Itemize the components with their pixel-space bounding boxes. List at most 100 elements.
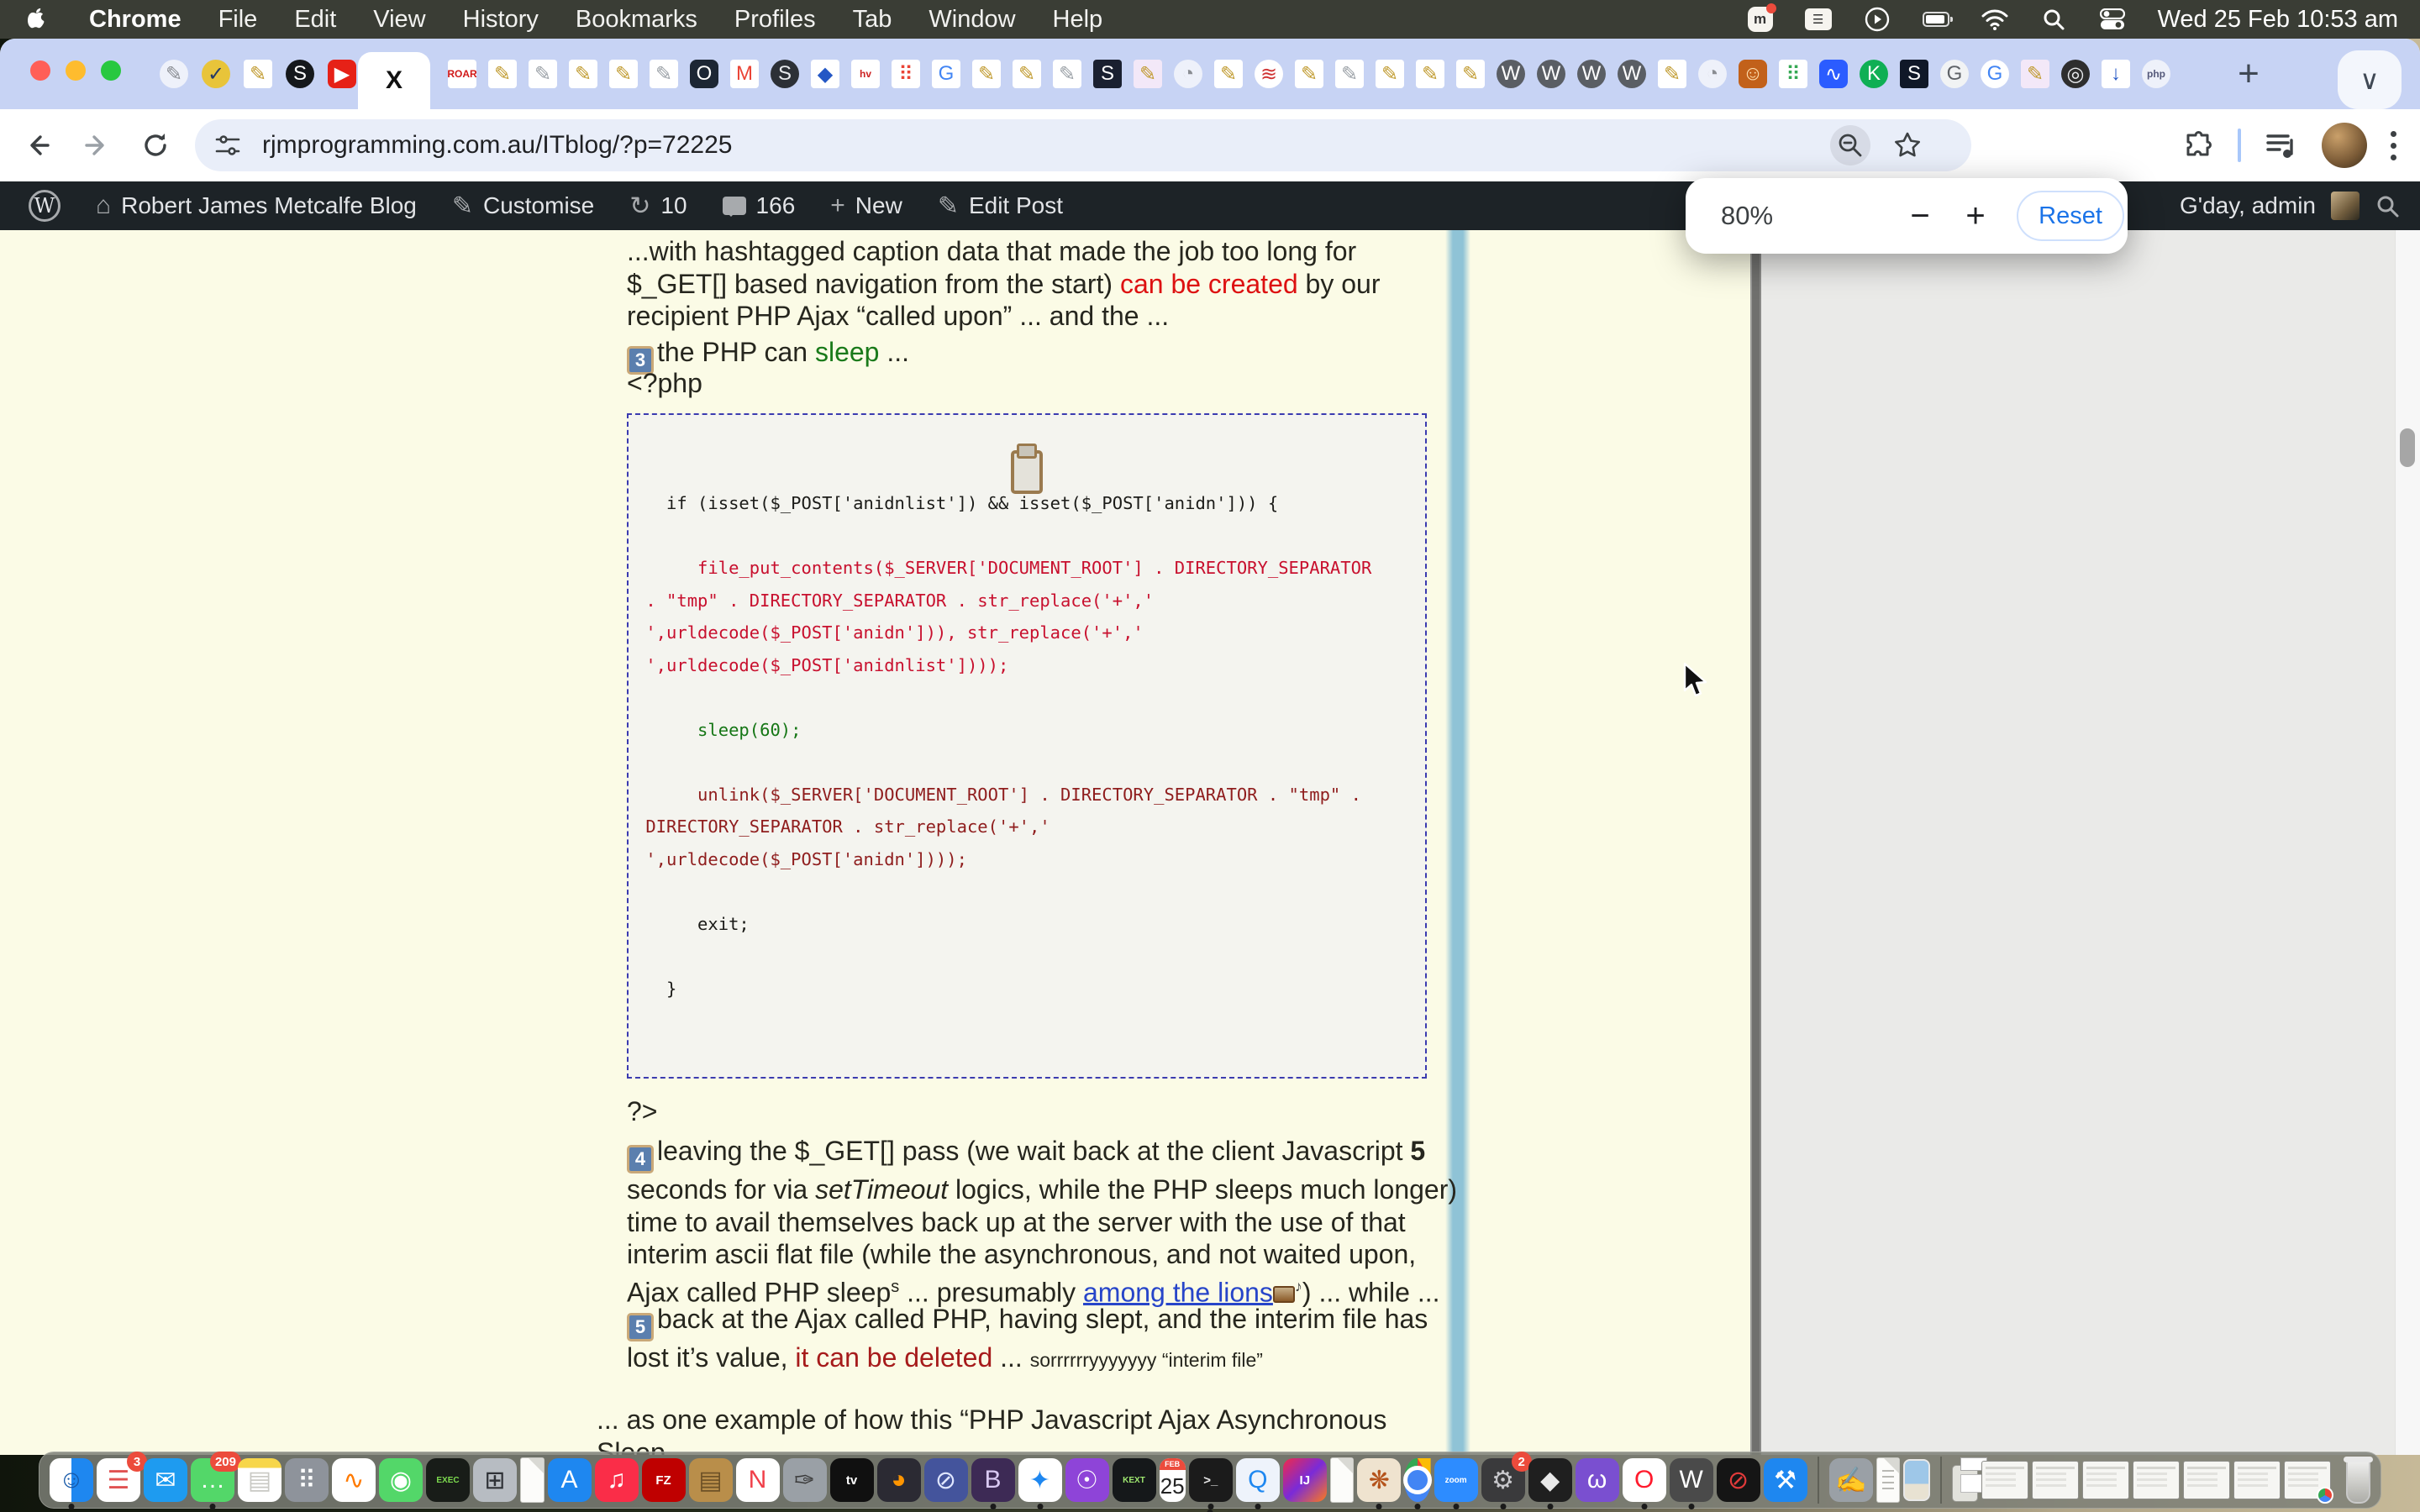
zoom-reset-button[interactable]: Reset (2017, 191, 2124, 241)
dock-minimized-window[interactable] (2032, 1461, 2079, 1499)
pencil-draft-tab[interactable]: ✎ (160, 60, 188, 88)
dock-cat-app[interactable]: ω (1576, 1458, 1619, 1502)
dock-launchpad[interactable]: ⠿ (285, 1458, 329, 1502)
pencil-tab[interactable]: ✎ (1013, 60, 1041, 88)
dock-notes[interactable]: ▤ (238, 1458, 281, 1502)
hv-tab[interactable]: hv (851, 60, 880, 88)
notification-app-icon[interactable]: m (1748, 7, 1773, 32)
dock-opera[interactable]: O (1623, 1458, 1666, 1502)
active-app-name[interactable]: Chrome (89, 6, 182, 34)
url-text[interactable]: rjmprogramming.com.au/ITblog/?p=72225 (262, 131, 732, 160)
dock-system-settings[interactable]: ⚙2 (1481, 1458, 1525, 1502)
abc-tab[interactable]: ∿ (1819, 60, 1848, 88)
page-scrollbar[interactable] (2395, 230, 2420, 1455)
dock-trash[interactable] (2346, 1457, 2370, 1504)
dock-libreoffice-document[interactable] (1330, 1457, 1355, 1503)
dock-stocks[interactable]: ∿ (332, 1458, 376, 1502)
google-tab[interactable]: G (932, 60, 960, 88)
customise-menu[interactable]: ✎ Customise (440, 181, 606, 230)
dock-preview-document[interactable] (520, 1457, 544, 1503)
dock-chrome[interactable] (1404, 1458, 1430, 1502)
battery-icon[interactable] (1923, 6, 1949, 33)
compass-tab[interactable]: ◔ (1174, 60, 1202, 88)
dock-minimized-window[interactable] (2082, 1461, 2129, 1499)
chrome-dark-tab[interactable]: ◎ (2061, 60, 2090, 88)
back-button[interactable] (18, 126, 57, 165)
dots-grid-tab[interactable]: ⠿ (892, 60, 920, 88)
control-center-icon[interactable] (2099, 6, 2126, 33)
wordpress-tab[interactable]: W (1577, 60, 1606, 88)
dock-finder[interactable]: ☺ (50, 1458, 93, 1502)
admin-greeting[interactable]: G'day, admin (2180, 192, 2316, 219)
dock-quicktime[interactable]: Q (1236, 1458, 1280, 1502)
menu-tab[interactable]: Tab (853, 6, 892, 34)
pencil-tab[interactable]: ✎ (2021, 60, 2049, 88)
youtube-tab[interactable]: ▶ (328, 60, 356, 88)
dock-gimp[interactable]: ✑ (783, 1458, 827, 1502)
dock-filezilla[interactable]: FZ (642, 1458, 686, 1502)
dock-contacts[interactable]: ▤ (689, 1458, 733, 1502)
pencil-gray-tab[interactable]: ✎ (1335, 60, 1364, 88)
book-smiley-tab[interactable]: ☺ (1739, 60, 1767, 88)
comments-menu[interactable]: 166 (711, 181, 808, 230)
menu-profiles[interactable]: Profiles (734, 6, 816, 34)
diamond-tab[interactable]: ◆ (811, 60, 839, 88)
menu-bar-clock[interactable]: Wed 25 Feb 10:53 am (2158, 6, 2398, 34)
stripes-tab[interactable]: ≋ (1255, 60, 1283, 88)
admin-avatar[interactable] (2331, 192, 2360, 220)
dock-facetime[interactable]: ◉ (379, 1458, 423, 1502)
g-gray-tab[interactable]: G (1940, 60, 1969, 88)
menu-bookmarks[interactable]: Bookmarks (576, 6, 697, 34)
wp-logo-menu[interactable]: W (17, 181, 72, 230)
dock-kext-terminal[interactable]: KEXT (1113, 1458, 1156, 1502)
forward-button[interactable] (77, 126, 116, 165)
pencil-tab[interactable]: ✎ (1376, 60, 1404, 88)
dock-music[interactable]: ♫ (595, 1458, 639, 1502)
menu-history[interactable]: History (463, 6, 539, 34)
dock-blocked-app[interactable]: ⊘ (924, 1458, 968, 1502)
tab-search-chevron-button[interactable]: ∨ (2338, 50, 2402, 109)
dock-minimized-window[interactable] (2133, 1461, 2180, 1499)
close-window-button[interactable] (30, 60, 50, 81)
dock-minimized-window[interactable] (2183, 1461, 2230, 1499)
spotlight-search-icon[interactable] (2040, 6, 2067, 33)
pencil-tab[interactable]: ✎ (569, 60, 597, 88)
pencil-gray-tab[interactable]: ✎ (1053, 60, 1081, 88)
updates-menu[interactable]: ↻ 10 (618, 181, 698, 230)
zoom-out-button[interactable]: − (1899, 197, 1941, 235)
compass-tab[interactable]: ◔ (1698, 60, 1727, 88)
check-tab[interactable]: ✓ (202, 60, 230, 88)
site-settings-icon[interactable] (208, 126, 247, 165)
wordpress-tab[interactable]: W (1537, 60, 1565, 88)
wordpress-tab[interactable]: W (1618, 60, 1646, 88)
menu-file[interactable]: File (218, 6, 258, 34)
dock-calendar[interactable]: FEB25 (1160, 1458, 1186, 1502)
pencil-tab[interactable]: ✎ (1456, 60, 1485, 88)
dock-bear[interactable]: B (971, 1458, 1015, 1502)
wifi-icon[interactable] (1981, 6, 2008, 33)
dock-news[interactable]: N (736, 1458, 780, 1502)
keyboard-window-icon[interactable]: ☰ (1805, 6, 1832, 33)
dock-zoom[interactable]: zoom (1434, 1458, 1478, 1502)
zoom-in-button[interactable]: + (1954, 197, 1996, 235)
new-tab-button[interactable]: + (2228, 54, 2269, 94)
new-content-menu[interactable]: + New (818, 181, 914, 230)
edit-post-menu[interactable]: ✎ Edit Post (926, 181, 1075, 230)
dock-photos-thumbnail[interactable] (1903, 1459, 1930, 1501)
dock-intellij-idea[interactable]: IJ (1283, 1458, 1327, 1502)
scrollbar-thumb[interactable] (2400, 428, 2415, 467)
profile-avatar[interactable] (2322, 123, 2367, 168)
dock-podcasts[interactable]: ☉ (1065, 1458, 1109, 1502)
dock-printer[interactable] (1952, 1465, 1978, 1502)
dock-paintbrush[interactable]: ❋ (1357, 1458, 1401, 1502)
navy-s-tab[interactable]: S (1093, 60, 1122, 88)
dark-s-tab[interactable]: S (286, 60, 314, 88)
menu-view[interactable]: View (373, 6, 425, 34)
dock-exec-terminal[interactable]: EXEC (426, 1458, 470, 1502)
php-code-block[interactable]: if (isset($_POST['anidnlist']) && isset(… (627, 413, 1427, 1079)
pencil-tab[interactable]: ✎ (1658, 60, 1686, 88)
gmail-tab[interactable]: M (730, 60, 759, 88)
dock-notepad-document[interactable] (1876, 1457, 1901, 1503)
omnibox[interactable]: rjmprogramming.com.au/ITblog/?p=72225 (195, 119, 1971, 171)
globe-s-tab[interactable]: S (771, 60, 799, 88)
